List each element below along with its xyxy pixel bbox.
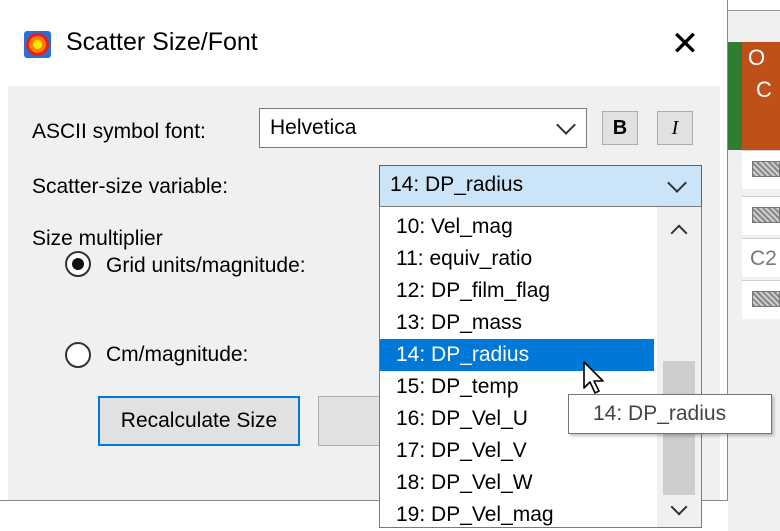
grid-units-radio[interactable] — [65, 251, 91, 277]
chevron-up-icon — [670, 224, 688, 242]
dropdown-item[interactable]: 19: DP_Vel_mag — [380, 499, 654, 527]
background-cell — [742, 196, 780, 235]
dropdown-item[interactable]: 18: DP_Vel_W — [380, 467, 654, 499]
dropdown-item[interactable]: 12: DP_film_flag — [380, 275, 654, 307]
background-header-letter-2: C — [756, 77, 772, 102]
tooltip: 14: DP_radius — [568, 394, 772, 434]
hatch-swatch-icon — [752, 291, 780, 307]
background-green-column — [728, 42, 742, 150]
dropdown-item-selected[interactable]: 14: DP_radius — [380, 339, 654, 371]
background-cell: C2 — [742, 238, 780, 277]
grid-units-label[interactable]: Grid units/magnitude: — [106, 254, 306, 278]
font-select[interactable]: Helvetica — [259, 108, 587, 148]
dropdown-item[interactable]: 13: DP_mass — [380, 307, 654, 339]
radio-selected-dot — [72, 258, 84, 270]
dropdown-item[interactable]: 11: equiv_ratio — [380, 243, 654, 275]
dialog-title: Scatter Size/Font — [66, 28, 258, 56]
scroll-up-button[interactable] — [657, 211, 701, 245]
dropdown-item[interactable]: 17: DP_Vel_V — [380, 435, 654, 467]
size-variable-select[interactable]: 14: DP_radius — [379, 165, 702, 207]
background-app: O C C2 — [728, 0, 780, 531]
recalculate-size-button[interactable]: Recalculate Size — [98, 396, 300, 446]
size-multiplier-label: Size multiplier — [32, 227, 163, 250]
chevron-down-icon — [667, 173, 687, 193]
scroll-down-button[interactable] — [657, 495, 701, 527]
font-select-value: Helvetica — [270, 116, 357, 139]
size-variable-value: 14: DP_radius — [390, 173, 524, 196]
chevron-down-icon — [670, 498, 688, 516]
dropdown-scrollbar[interactable] — [657, 207, 701, 527]
dropdown-item[interactable]: 10: Vel_mag — [380, 211, 654, 243]
hatch-swatch-icon — [752, 161, 780, 177]
background-cell-text: C2 — [750, 247, 777, 270]
background-grid-header — [728, 0, 780, 11]
background-cell — [742, 280, 780, 319]
background-header-letter-1: O — [748, 45, 766, 70]
cm-magnitude-radio[interactable] — [65, 342, 91, 368]
background-cell — [742, 150, 780, 189]
cm-magnitude-label[interactable]: Cm/magnitude: — [106, 343, 248, 367]
mouse-pointer-icon — [583, 361, 604, 394]
size-variable-label: Scatter-size variable: — [32, 175, 229, 198]
background-orange-header: O C — [742, 42, 780, 150]
hatch-swatch-icon — [752, 207, 780, 223]
chevron-down-icon — [556, 115, 576, 135]
app-logo-icon — [24, 31, 51, 58]
size-variable-dropdown-list[interactable]: 10: Vel_mag 11: equiv_ratio 12: DP_film_… — [379, 206, 702, 528]
close-button[interactable]: ✕ — [663, 24, 707, 64]
hidden-button-partial[interactable] — [318, 396, 382, 446]
font-label: ASCII symbol font: — [32, 120, 206, 143]
title-bar[interactable]: Scatter Size/Font ✕ — [0, 0, 727, 86]
italic-button[interactable]: I — [657, 111, 693, 145]
bold-button[interactable]: B — [602, 111, 638, 145]
